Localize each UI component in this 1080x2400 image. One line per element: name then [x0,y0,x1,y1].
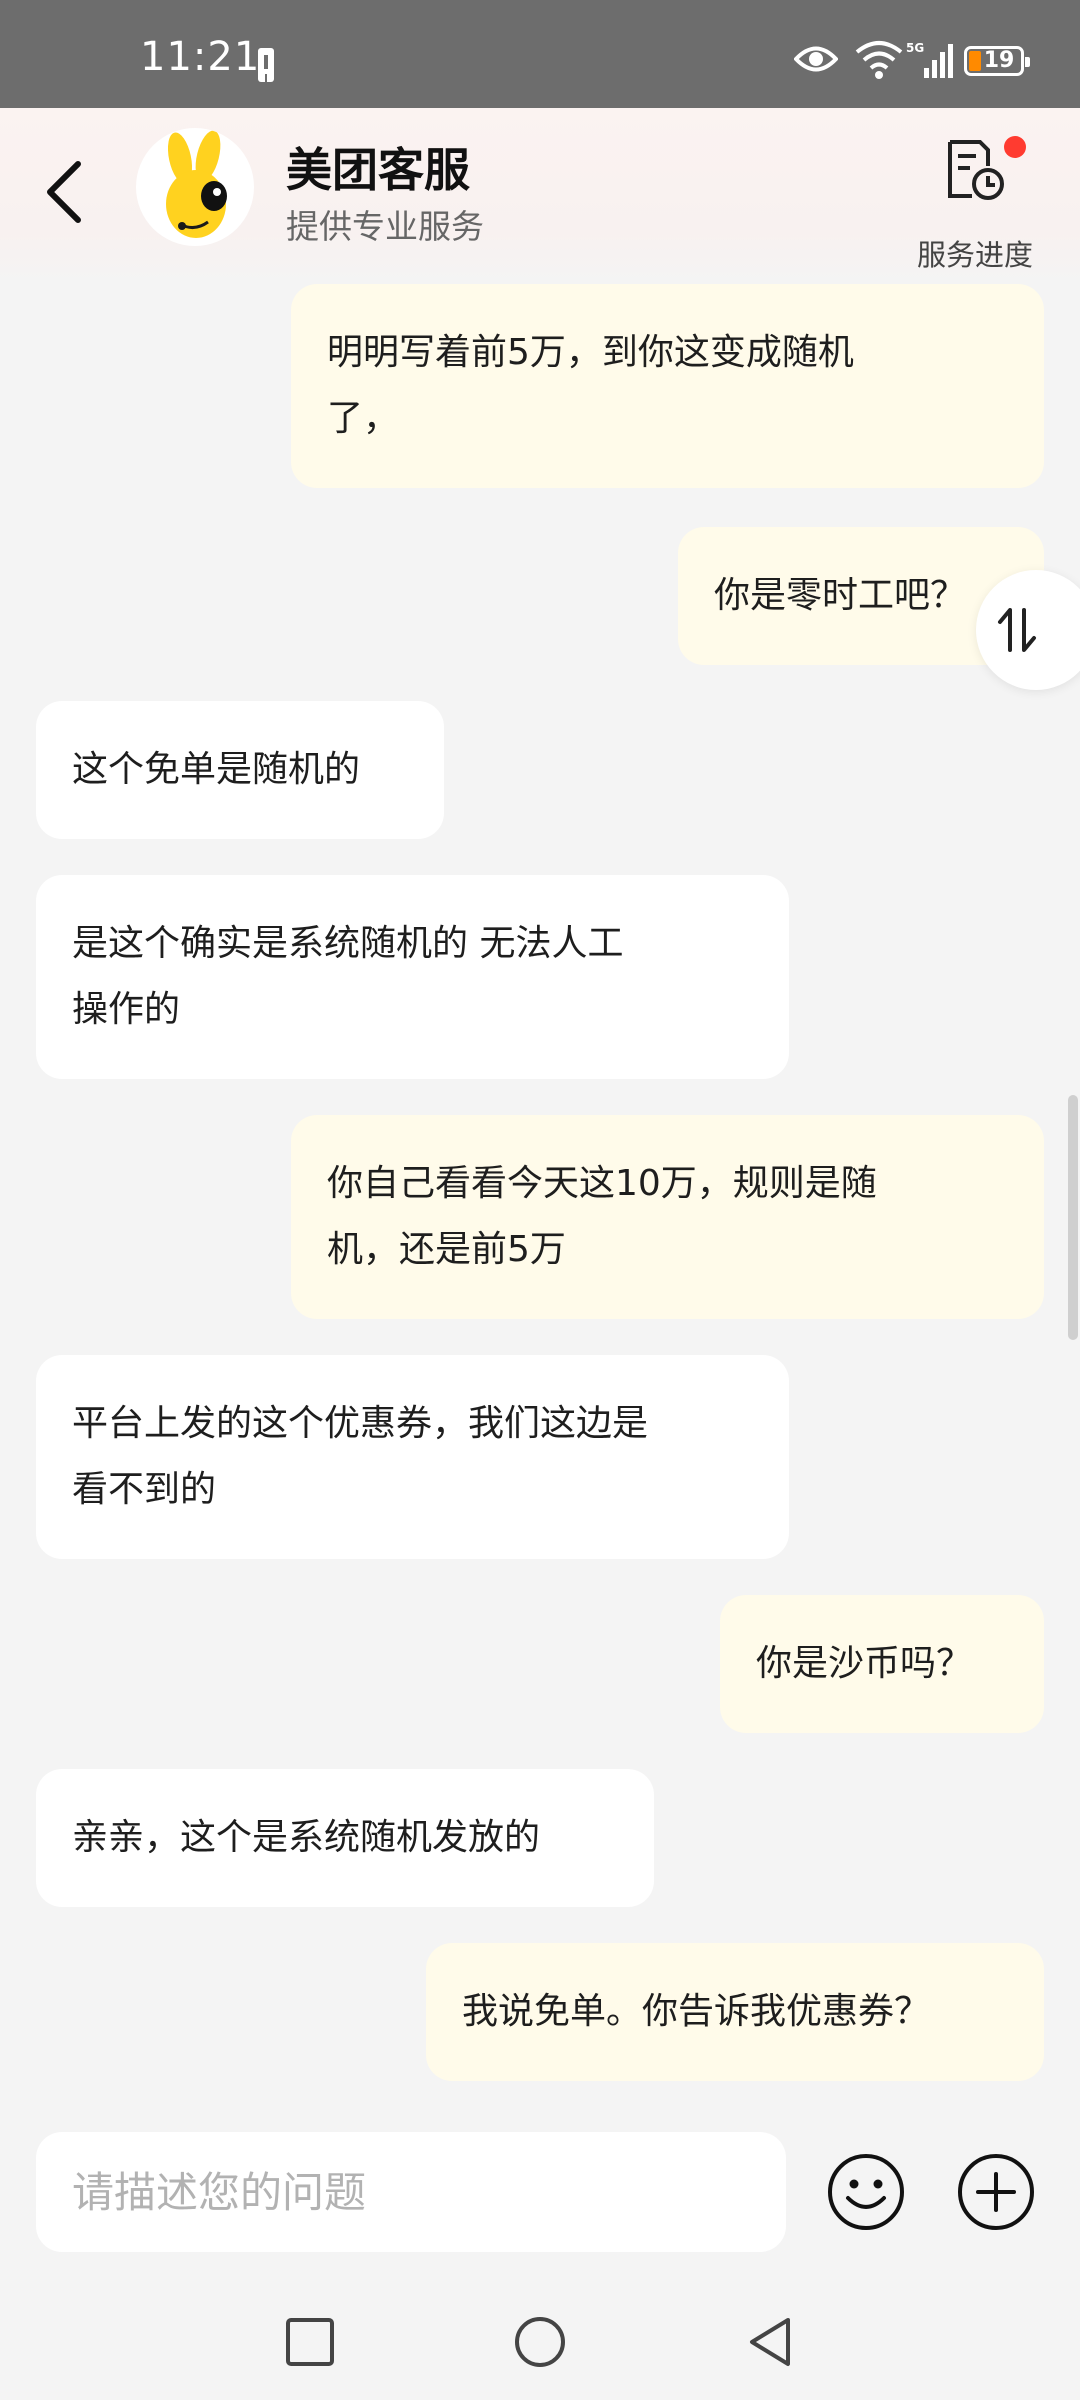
agent-message[interactable]: 这个免单是随机的 [36,701,444,839]
header-subtitle: 提供专业服务 [286,207,484,246]
message-line: 平台上发的这个优惠券，我们这边是 [72,1403,649,1444]
message-line: 这个免单是随机的 [72,749,361,790]
message-text: 是这个确实是系统随机的 无法人工 操作的 [72,911,623,1043]
message-line: 是这个确实是系统随机的 无法人工 [72,923,624,964]
message-line: 看不到的 [72,1469,217,1510]
service-progress-button[interactable]: 服务进度 [900,132,1050,272]
agent-message[interactable]: 是这个确实是系统随机的 无法人工 操作的 [36,875,789,1079]
status-time: 11:21 [140,34,261,80]
message-line: 我说免单。你告诉我优惠券？ [462,1991,931,2032]
message-line: 你是沙币吗？ [756,1643,973,1684]
signal-5g-icon: 5G [906,41,953,78]
user-message[interactable]: 明明写着前5万，到你这变成随机 了， [291,284,1044,488]
message-text: 你自己看看今天这10万，规则是随 机，还是前5万 [327,1151,877,1283]
message-input[interactable] [36,2132,786,2252]
wifi-icon [855,41,903,79]
plus-icon[interactable] [956,2152,1036,2232]
message-line: 操作的 [72,989,181,1030]
message-line: 机，还是前5万 [327,1229,566,1270]
recents-icon[interactable] [280,2312,340,2372]
alert-icon [258,48,274,82]
scrollbar[interactable] [1068,1095,1078,1340]
message-line: 你自己看看今天这10万，规则是随 [327,1163,877,1204]
agent-message[interactable]: 平台上发的这个优惠券，我们这边是 看不到的 [36,1355,789,1559]
message-line: 明明写着前5万，到你这变成随机 [327,332,854,373]
message-text: 明明写着前5万，到你这变成随机 了， [327,320,854,452]
mascot-avatar[interactable] [136,128,254,246]
back-icon[interactable] [36,152,96,232]
message-line: 亲亲，这个是系统随机发放的 [72,1817,541,1858]
service-progress-label: 服务进度 [916,238,1033,272]
user-message[interactable]: 你是沙币吗？ [720,1595,1044,1733]
service-progress-icon [948,140,1004,200]
battery-level: 19 [983,48,1015,73]
eye-icon [794,46,838,72]
input-bar [0,2102,1080,2282]
scroll-toggle-icon [998,608,1036,652]
chat-header: 美团客服 提供专业服务 服务进度 [0,108,1080,284]
svg-text:5G: 5G [906,41,924,55]
kangaroo-mascot-icon [166,130,227,238]
battery-icon: 19 [964,46,1030,76]
system-nav-bar [0,2282,1080,2400]
back-nav-icon[interactable] [740,2312,800,2372]
message-line: 了， [327,398,400,439]
chat-list[interactable]: 明明写着前5万，到你这变成随机 了， 你是零时工吧？ 这个免单是随机的 是这个确… [0,284,1080,2084]
emoji-icon[interactable] [826,2152,906,2232]
notification-badge [1004,136,1026,158]
home-icon[interactable] [510,2312,570,2372]
status-bar: 11:21 5G 19 [0,0,1080,108]
message-line: 你是零时工吧？ [714,575,967,616]
user-message[interactable]: 你自己看看今天这10万，规则是随 机，还是前5万 [291,1115,1044,1319]
message-text: 平台上发的这个优惠券，我们这边是 看不到的 [72,1391,648,1523]
user-message[interactable]: 我说免单。你告诉我优惠券？ [426,1943,1044,2081]
agent-message[interactable]: 亲亲，这个是系统随机发放的 [36,1769,654,1907]
header-title: 美团客服 [286,143,470,197]
